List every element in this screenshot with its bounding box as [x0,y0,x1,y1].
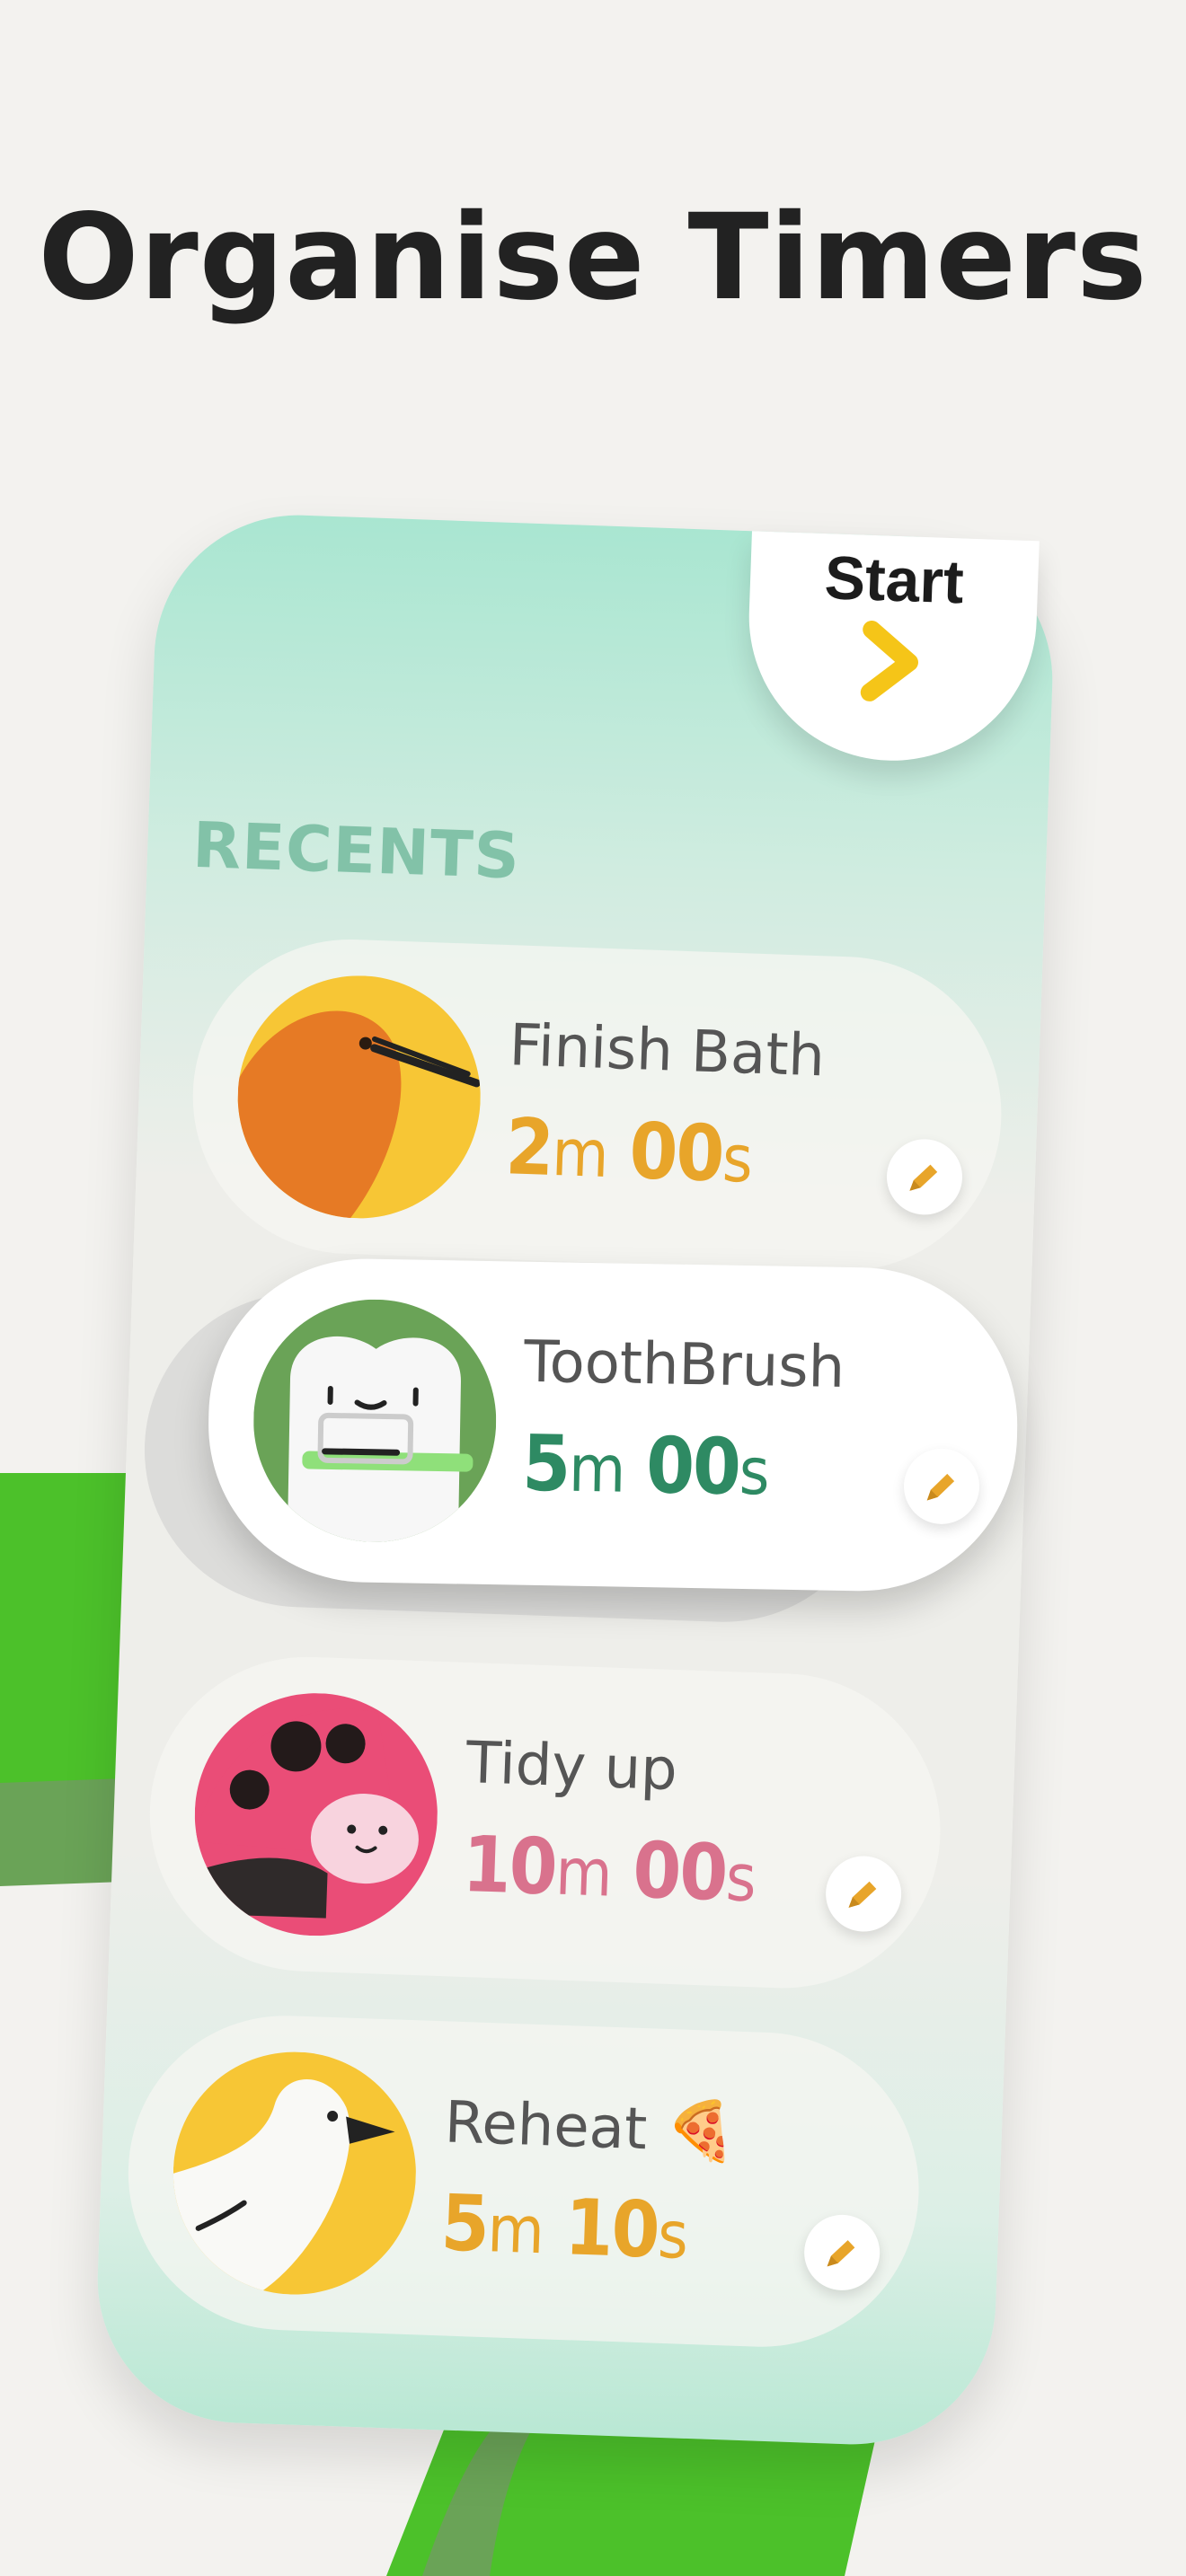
timer-seconds-unit: s [724,1839,757,1917]
edit-timer-button[interactable] [824,1855,903,1933]
seagull-icon [169,2047,420,2299]
recents-section-title: RECENTS [190,807,522,894]
timer-seconds-unit: s [739,1433,769,1510]
timer-duration: 2m 00s [504,1102,753,1200]
timer-seconds: 10 [563,2183,660,2276]
chevron-right-icon [858,620,924,707]
timer-name: ToothBrush [523,1328,845,1401]
ladybug-icon [190,1689,442,1940]
timer-seconds: 00 [627,1106,725,1200]
timer-seconds: 00 [645,1421,740,1513]
timer-minutes-unit: m [486,2191,544,2269]
timer-minutes: 5 [521,1418,571,1510]
timer-seconds-unit: s [721,1120,753,1197]
timer-card-toothbrush[interactable]: ToothBrush 5m 00s [206,1256,1021,1594]
start-button[interactable]: Start [744,531,1040,766]
timer-duration: 5m 00s [522,1419,769,1513]
pencil-icon [827,2240,855,2267]
timer-seconds: 00 [631,1825,728,1919]
page-headline: Organise Timers [38,189,1148,327]
timer-card-tidy-up[interactable]: Tidy up 10m 00s [144,1651,946,1994]
edit-timer-button[interactable] [903,1448,980,1525]
timer-minutes: 5 [439,2178,490,2271]
timer-minutes: 2 [504,1102,554,1194]
timer-card-reheat[interactable]: Reheat 🍕 5m 10s [122,2010,925,2352]
pencil-icon [926,1473,955,1501]
timer-name: Tidy up [465,1729,679,1804]
tooth-icon [251,1297,499,1545]
timer-duration: 10m 00s [461,1820,756,1919]
timer-minutes-unit: m [551,1114,609,1192]
timer-minutes-unit: m [568,1430,624,1507]
timer-duration: 5m 10s [439,2178,688,2276]
edit-timer-button[interactable] [885,1137,964,1216]
timer-card-finish-bath[interactable]: Finish Bath 2m 00s [187,934,1007,1277]
phone-mockup: Start RECENTS Finish Bath 2m 00s ToothBr… [93,510,1058,2449]
timer-name: Reheat 🍕 [443,2089,739,2166]
timer-minutes-unit: m [553,1833,612,1911]
start-button-label: Start [823,543,965,617]
pencil-icon [909,1164,938,1191]
edit-timer-button[interactable] [802,2213,881,2292]
timer-name: Finish Bath [508,1012,827,1090]
timer-seconds-unit: s [656,2196,688,2273]
kiwi-bird-icon [234,971,485,1222]
pencil-icon [848,1881,877,1908]
timer-minutes: 10 [461,1819,558,1913]
